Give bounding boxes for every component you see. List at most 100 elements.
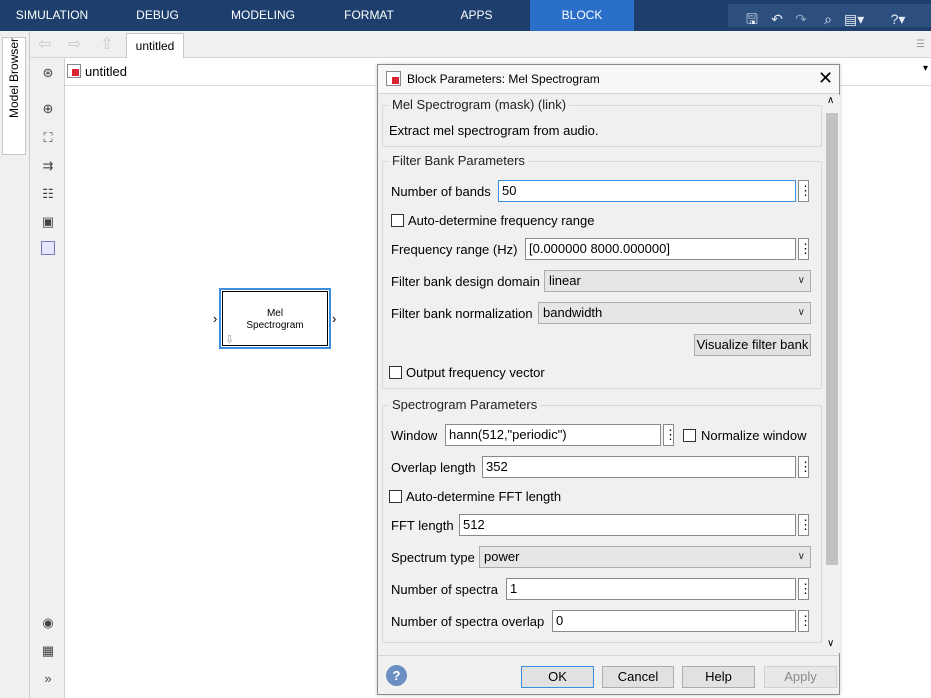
spectrum-type-label: Spectrum type: [391, 550, 475, 565]
overlap-field[interactable]: 352: [482, 456, 796, 478]
tab-block[interactable]: BLOCK: [530, 0, 634, 31]
freq-range-menu-icon[interactable]: ⋮: [798, 238, 812, 260]
spectrum-type-dropdown[interactable]: power ∨: [479, 546, 811, 568]
output-freq-checkbox[interactable]: [389, 366, 402, 379]
auto-freq-checkbox[interactable]: [391, 214, 404, 227]
up-icon[interactable]: ⇧: [100, 37, 113, 53]
hide-browser-icon[interactable]: ⊛: [39, 64, 57, 82]
area-icon[interactable]: [39, 241, 57, 259]
tab-simulation[interactable]: SIMULATION: [0, 0, 104, 31]
spectrogram-title: Spectrogram Parameters: [389, 397, 541, 412]
model-browser-strip: Model Browser: [0, 31, 30, 698]
canvas-palette: ⊛ ⊕ ⛶ ⇉ ☷ ▣ ◉ ▦ »: [31, 58, 65, 698]
tab-debug[interactable]: DEBUG: [104, 0, 211, 31]
fft-length-field[interactable]: 512: [459, 514, 796, 536]
normalize-window-checkbox[interactable]: [683, 429, 696, 442]
normalization-value: bandwidth: [543, 305, 603, 320]
normalization-label: Filter bank normalization: [391, 306, 533, 321]
model-tab-untitled[interactable]: untitled: [126, 33, 184, 59]
freq-range-field[interactable]: [0.000000 8000.000000]: [525, 238, 796, 260]
normalization-dropdown[interactable]: bandwidth ∨: [538, 302, 811, 324]
image-icon[interactable]: ▣: [39, 213, 57, 231]
chevron-down-icon[interactable]: ▾: [923, 63, 928, 74]
ribbon: SIMULATION DEBUG MODELING FORMAT APPS BL…: [0, 0, 931, 31]
expand-icon[interactable]: »: [39, 670, 57, 688]
close-icon[interactable]: ✕: [818, 68, 833, 89]
camera-icon[interactable]: ◉: [39, 614, 57, 632]
mask-description: Extract mel spectrogram from audio.: [389, 123, 599, 138]
scroll-thumb[interactable]: [826, 113, 838, 565]
arrow-icon[interactable]: ⇉: [39, 157, 57, 175]
ok-button[interactable]: OK: [521, 666, 594, 688]
help-button[interactable]: Help: [682, 666, 755, 688]
dialog-scrollbar[interactable]: ∧ ∨: [824, 95, 840, 653]
dialog-icon: [386, 71, 401, 86]
normalize-window-label: Normalize window: [701, 428, 807, 443]
mel-spectrogram-block[interactable]: Mel Spectrogram ⇩: [219, 288, 331, 349]
block-label: Mel Spectrogram: [221, 308, 329, 332]
back-icon[interactable]: ⇦: [38, 37, 51, 53]
overlap-menu-icon[interactable]: ⋮: [798, 456, 812, 478]
block-label-line1: Mel: [266, 308, 284, 319]
zoom-icon[interactable]: ⊕: [39, 100, 57, 118]
property-inspector-icon[interactable]: ▦: [39, 642, 57, 660]
forward-icon[interactable]: ⇨: [68, 37, 81, 53]
annotation-icon[interactable]: ☷: [39, 185, 57, 203]
mask-description-group: Mel Spectrogram (mask) (link) Extract me…: [382, 97, 822, 147]
apply-button[interactable]: Apply: [764, 666, 837, 688]
num-bands-field[interactable]: 50: [498, 180, 796, 202]
overlap-label: Overlap length: [391, 460, 476, 475]
chevron-down-icon: ∨: [797, 275, 805, 286]
search-icon[interactable]: ⌕: [818, 9, 838, 29]
window-label: Window: [391, 428, 438, 443]
fft-length-menu-icon[interactable]: ⋮: [798, 514, 812, 536]
model-browser-label: Model Browser: [7, 37, 21, 118]
tab-modeling[interactable]: MODELING: [211, 0, 315, 31]
model-browser-tab[interactable]: Model Browser: [2, 37, 26, 155]
num-spectra-overlap-field[interactable]: 0: [552, 610, 796, 632]
model-icon: [67, 64, 81, 78]
num-bands-menu-icon[interactable]: ⋮: [798, 180, 812, 202]
num-spectra-menu-icon[interactable]: ⋮: [798, 578, 812, 600]
design-domain-value: linear: [549, 273, 581, 288]
num-bands-label: Number of bands: [391, 184, 491, 199]
scroll-down-icon[interactable]: ∨: [827, 638, 834, 649]
block-parameters-dialog: Block Parameters: Mel Spectrogram ✕ Mel …: [377, 64, 840, 695]
auto-fft-checkbox[interactable]: [389, 490, 402, 503]
window-menu-icon[interactable]: ⋮: [663, 424, 677, 446]
tab-format[interactable]: FORMAT: [315, 0, 423, 31]
input-port-icon[interactable]: ›: [213, 311, 217, 326]
fit-to-view-icon[interactable]: ⛶: [39, 129, 57, 147]
design-domain-dropdown[interactable]: linear ∨: [544, 270, 811, 292]
breakpoint-icon[interactable]: ▤▾: [844, 9, 864, 29]
save-icon[interactable]: 🖫: [742, 9, 762, 29]
block-label-line2: Spectrogram: [246, 320, 304, 331]
panel-menu-icon[interactable]: ☰: [916, 39, 925, 50]
model-tab-bar: ⇦ ⇨ ⇧ untitled ☰: [0, 31, 931, 59]
help-icon[interactable]: ?: [386, 665, 407, 686]
num-spectra-label: Number of spectra: [391, 582, 498, 597]
tab-apps[interactable]: APPS: [423, 0, 530, 31]
address-text: untitled: [85, 64, 127, 79]
chevron-down-icon: ∨: [797, 307, 805, 318]
spectrum-type-value: power: [484, 549, 520, 564]
spectrogram-group: Spectrogram Parameters Window hann(512,"…: [382, 397, 822, 643]
dialog-button-bar: ? OK Cancel Help Apply: [378, 655, 839, 694]
num-spectra-overlap-menu-icon[interactable]: ⋮: [798, 610, 812, 632]
dialog-title-bar: Block Parameters: Mel Spectrogram ✕: [378, 65, 839, 94]
output-port-icon[interactable]: ›: [332, 311, 336, 326]
num-spectra-field[interactable]: 1: [506, 578, 796, 600]
auto-freq-label: Auto-determine frequency range: [408, 213, 595, 228]
redo-icon[interactable]: ↷: [791, 9, 811, 29]
help-icon[interactable]: ?▾: [888, 9, 908, 29]
window-field[interactable]: hann(512,"periodic"): [445, 424, 661, 446]
scroll-up-icon[interactable]: ∧: [827, 95, 834, 106]
undo-icon[interactable]: ↶: [767, 9, 787, 29]
link-arrow-icon: ⇩: [225, 334, 235, 346]
dialog-title: Block Parameters: Mel Spectrogram: [407, 72, 600, 86]
filter-bank-group: Filter Bank Parameters Number of bands 5…: [382, 153, 822, 389]
mask-group-title: Mel Spectrogram (mask) (link): [389, 97, 570, 112]
visualize-filter-bank-button[interactable]: Visualize filter bank: [694, 334, 811, 356]
cancel-button[interactable]: Cancel: [602, 666, 674, 688]
freq-range-label: Frequency range (Hz): [391, 242, 518, 257]
